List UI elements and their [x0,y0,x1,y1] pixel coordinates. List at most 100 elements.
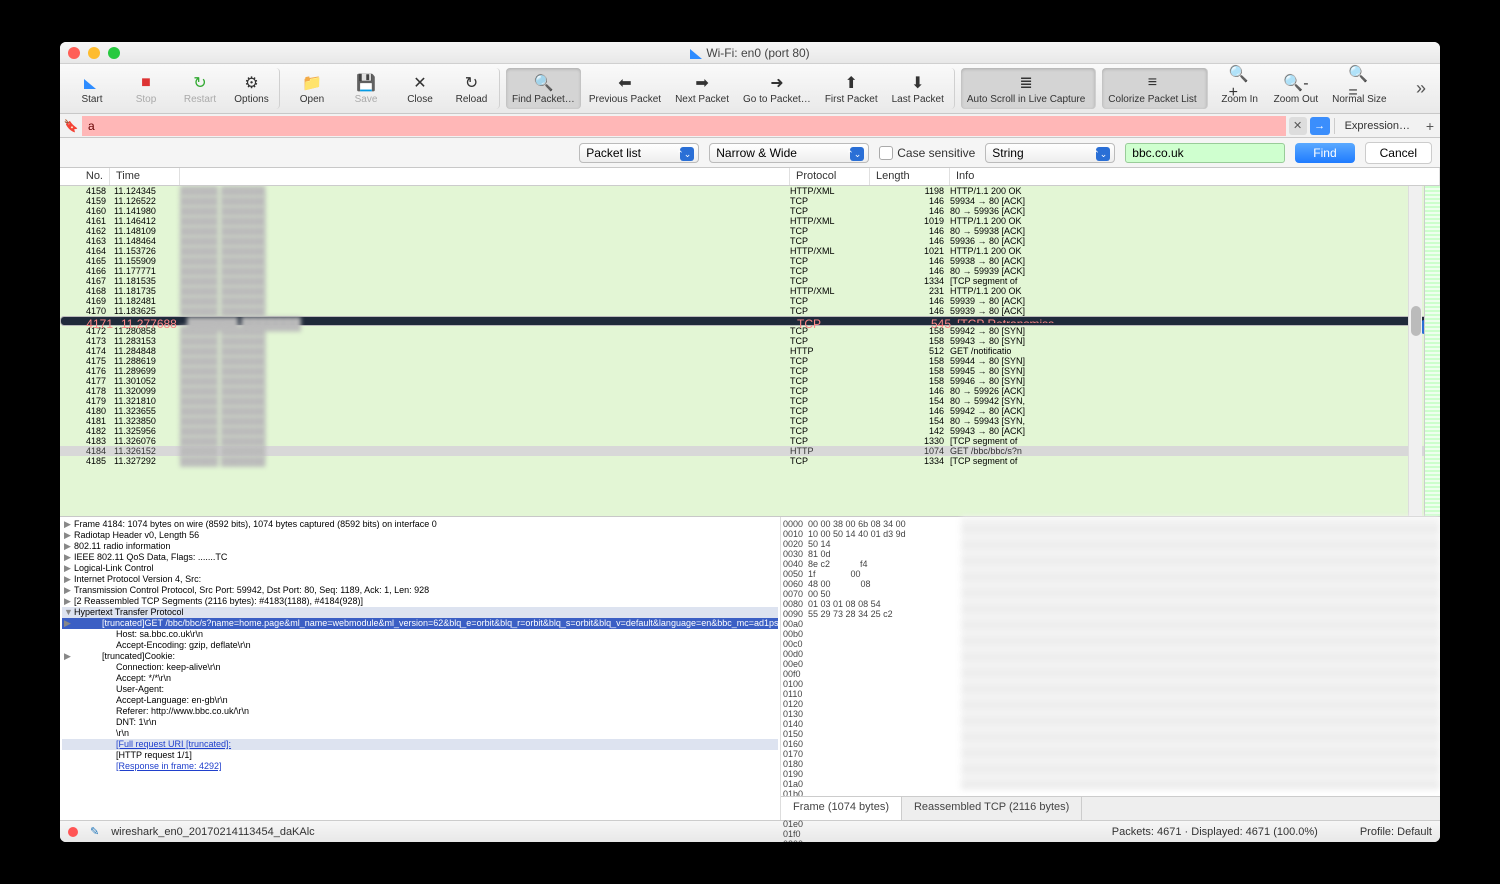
packet-row[interactable]: 417311.283153██████ ███████TCP15859943 →… [60,336,1440,346]
tree-line[interactable]: Accept-Encoding: gzip, deflate\r\n [62,640,778,651]
last-button[interactable]: ⬇Last Packet [886,68,955,109]
find-button[interactable]: Find [1295,143,1354,163]
packet-row[interactable]: 416611.177771██████ ███████TCP14680 → 59… [60,266,1440,276]
find-button[interactable]: 🔍Find Packet… [506,68,581,109]
packet-details-tree[interactable]: ▶Frame 4184: 1074 bytes on wire (8592 bi… [60,517,780,820]
goto-button[interactable]: ➜Go to Packet… [737,68,817,109]
find-input[interactable] [1125,143,1285,163]
tab-reassembled[interactable]: Reassembled TCP (2116 bytes) [902,797,1082,820]
tree-line[interactable]: [HTTP request 1/1] [62,750,778,761]
packet-row[interactable]: 416711.181535██████ ███████TCP1334[TCP s… [60,276,1440,286]
packet-row[interactable]: 417011.183625██████ ███████TCP14659939 →… [60,306,1440,316]
packet-row[interactable]: 415811.124345██████ ███████HTTP/XML1198H… [60,186,1440,196]
tree-line[interactable]: ▶Logical-Link Control [62,563,778,574]
scrollbar-vertical[interactable] [1408,186,1422,516]
find-type-select[interactable]: String⌃⌄ [985,143,1115,163]
open-button[interactable]: 📁Open [286,68,338,109]
close-window-icon[interactable] [68,47,80,59]
tree-line[interactable]: Accept-Language: en-gb\r\n [62,695,778,706]
bookmark-icon[interactable]: 🔖 [60,119,82,133]
close-button[interactable]: ✕Close [394,68,446,109]
packet-row[interactable]: 416111.146412██████ ███████HTTP/XML1019H… [60,216,1440,226]
tree-line[interactable]: ▶802.11 radio information [62,541,778,552]
packet-list[interactable]: 415811.124345██████ ███████HTTP/XML1198H… [60,186,1440,516]
case-sensitive-checkbox[interactable]: Case sensitive [879,146,975,160]
tree-line[interactable]: ▼Hypertext Transfer Protocol [62,607,778,618]
start-button[interactable]: Start [66,68,118,109]
packet-list-header[interactable]: No. Time Protocol Length Info [60,168,1440,186]
minimize-window-icon[interactable] [88,47,100,59]
packet-row[interactable]: 417111.277688██████ ███████TCP545[TCP Re… [60,316,1440,326]
restart-button[interactable]: ↻Restart [174,68,226,109]
tree-line[interactable]: [Response in frame: 4292] [62,761,778,772]
packet-row[interactable]: 416511.155909██████ ███████TCP14659938 →… [60,256,1440,266]
packet-row[interactable]: 417711.301052██████ ███████TCP15859946 →… [60,376,1440,386]
colorize-button[interactable]: ≡Colorize Packet List [1102,68,1207,109]
tree-line[interactable]: ▶IEEE 802.11 QoS Data, Flags: .......TC [62,552,778,563]
tree-line[interactable]: User-Agent: [62,684,778,695]
packet-row[interactable]: 417811.320099██████ ███████TCP14680 → 59… [60,386,1440,396]
packet-row[interactable]: 418111.323850██████ ███████TCP15480 → 59… [60,416,1440,426]
packet-row[interactable]: 418311.326076██████ ███████TCP1330[TCP s… [60,436,1440,446]
packet-row[interactable]: 416811.181735██████ ███████HTTP/XML231HT… [60,286,1440,296]
normal-button[interactable]: 🔍=Normal Size [1326,68,1392,109]
find-charset-select[interactable]: Narrow & Wide⌃⌄ [709,143,869,163]
options-button[interactable]: ⚙Options [228,68,280,109]
tab-frame[interactable]: Frame (1074 bytes) [781,797,902,820]
packet-row[interactable]: 416011.141980██████ ███████TCP14680 → 59… [60,206,1440,216]
apply-filter-icon[interactable]: → [1310,117,1330,135]
packet-row[interactable]: 417911.321810██████ ███████TCP15480 → 59… [60,396,1440,406]
packet-row[interactable]: 417611.289699██████ ███████TCP15859945 →… [60,366,1440,376]
packet-row[interactable]: 416911.182481██████ ███████TCP14659939 →… [60,296,1440,306]
save-button[interactable]: 💾Save [340,68,392,109]
packet-bytes-pane[interactable]: 0000 00 00 38 00 6b 08 34 000010 10 00 5… [780,517,1440,820]
tree-line[interactable]: Host: sa.bbc.co.uk\r\n [62,629,778,640]
packet-row[interactable]: 417211.280858██████ ███████TCP15859942 →… [60,326,1440,336]
tree-line[interactable]: \r\n [62,728,778,739]
start-icon [81,72,103,94]
tree-line[interactable]: Connection: keep-alive\r\n [62,662,778,673]
tree-line[interactable]: Accept: */*\r\n [62,673,778,684]
packet-row[interactable]: 416311.148464██████ ███████TCP14659936 →… [60,236,1440,246]
cancel-button[interactable]: Cancel [1365,142,1432,164]
autoscroll-button[interactable]: ≣Auto Scroll in Live Capture [961,68,1096,109]
tree-line[interactable]: ▶Internet Protocol Version 4, Src: [62,574,778,585]
zoomout-icon: 🔍- [1285,72,1307,94]
edit-icon[interactable]: ✎ [90,825,99,838]
toolbar-overflow-icon[interactable]: » [1408,78,1434,99]
display-filter-input[interactable] [82,116,1286,136]
packet-row[interactable]: 417511.288619██████ ███████TCP15859944 →… [60,356,1440,366]
packet-row[interactable]: 415911.126522██████ ███████TCP14659934 →… [60,196,1440,206]
tree-line[interactable]: ▶Radiotap Header v0, Length 56 [62,530,778,541]
tree-line[interactable]: ▶Transmission Control Protocol, Src Port… [62,585,778,596]
tree-line[interactable]: DNT: 1\r\n [62,717,778,728]
reload-button[interactable]: ↻Reload [448,68,500,109]
first-button[interactable]: ⬆First Packet [819,68,884,109]
tree-line[interactable]: ▶[2 Reassembled TCP Segments (2116 bytes… [62,596,778,607]
zoomout-button[interactable]: 🔍-Zoom Out [1268,68,1324,109]
packet-row[interactable]: 418211.325956██████ ███████TCP14259943 →… [60,426,1440,436]
tree-line[interactable]: Referer: http://www.bbc.co.uk/\r\n [62,706,778,717]
clear-filter-icon[interactable]: ✕ [1289,117,1307,135]
packet-row[interactable]: 418011.323655██████ ███████TCP14659942 →… [60,406,1440,416]
packet-row[interactable]: 418511.327292██████ ███████TCP1334[TCP s… [60,456,1440,466]
expression-button[interactable]: Expression… [1334,118,1420,134]
packet-row[interactable]: 418411.326152██████ ███████HTTP1074GET /… [60,446,1440,456]
tree-line[interactable]: ▶[truncated]Cookie: [62,651,778,662]
tree-line[interactable]: ▶[truncated]GET /bbc/bbc/s?name=home.pag… [62,618,778,629]
main-toolbar: Start■Stop↻Restart⚙Options📁Open💾Save✕Clo… [60,64,1440,114]
prev-button[interactable]: ⬅Previous Packet [583,68,667,109]
find-scope-select[interactable]: Packet list⌃⌄ [579,143,699,163]
tree-line[interactable]: [Full request URI [truncated]: [62,739,778,750]
packet-row[interactable]: 416211.148109██████ ███████TCP14680 → 59… [60,226,1440,236]
next-button[interactable]: ➡Next Packet [669,68,735,109]
zoom-window-icon[interactable] [108,47,120,59]
zoomin-button[interactable]: 🔍+Zoom In [1214,68,1266,109]
packet-row[interactable]: 417411.284848██████ ███████HTTP512GET /n… [60,346,1440,356]
stop-button[interactable]: ■Stop [120,68,172,109]
packet-row[interactable]: 416411.153726██████ ███████HTTP/XML1021H… [60,246,1440,256]
add-filter-button[interactable]: + [1420,118,1440,134]
scrollbar-thumb[interactable] [1411,306,1421,336]
tree-line[interactable]: ▶Frame 4184: 1074 bytes on wire (8592 bi… [62,519,778,530]
expert-info-icon[interactable] [68,827,78,837]
